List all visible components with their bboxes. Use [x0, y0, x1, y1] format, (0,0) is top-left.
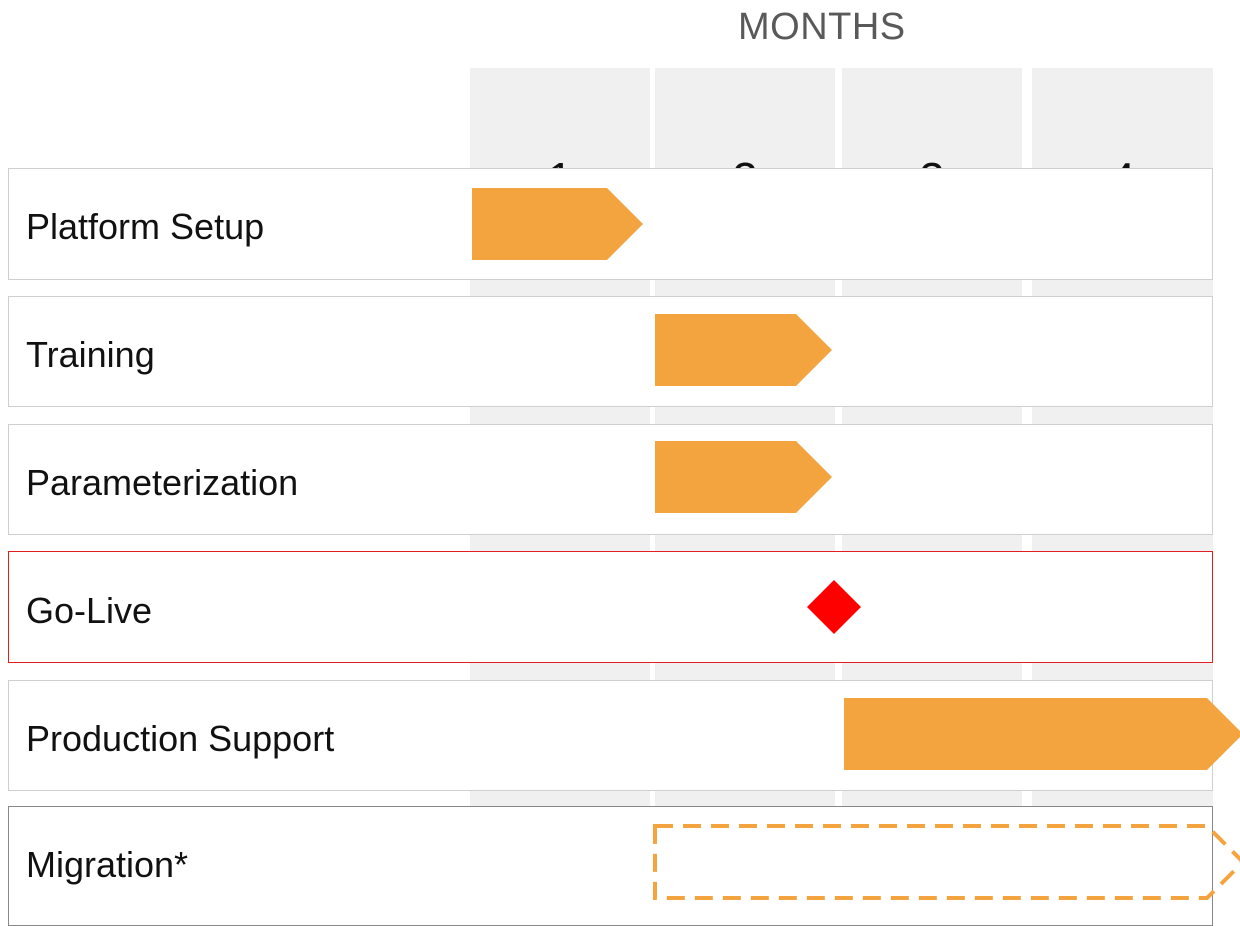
gantt-bar	[655, 441, 832, 513]
gantt-bar-dashed	[653, 824, 1240, 900]
gantt-marks	[472, 188, 1240, 900]
gantt-bar	[655, 314, 832, 386]
milestone-diamond	[807, 580, 861, 634]
gantt-bar	[844, 698, 1240, 770]
gantt-bar	[472, 188, 643, 260]
